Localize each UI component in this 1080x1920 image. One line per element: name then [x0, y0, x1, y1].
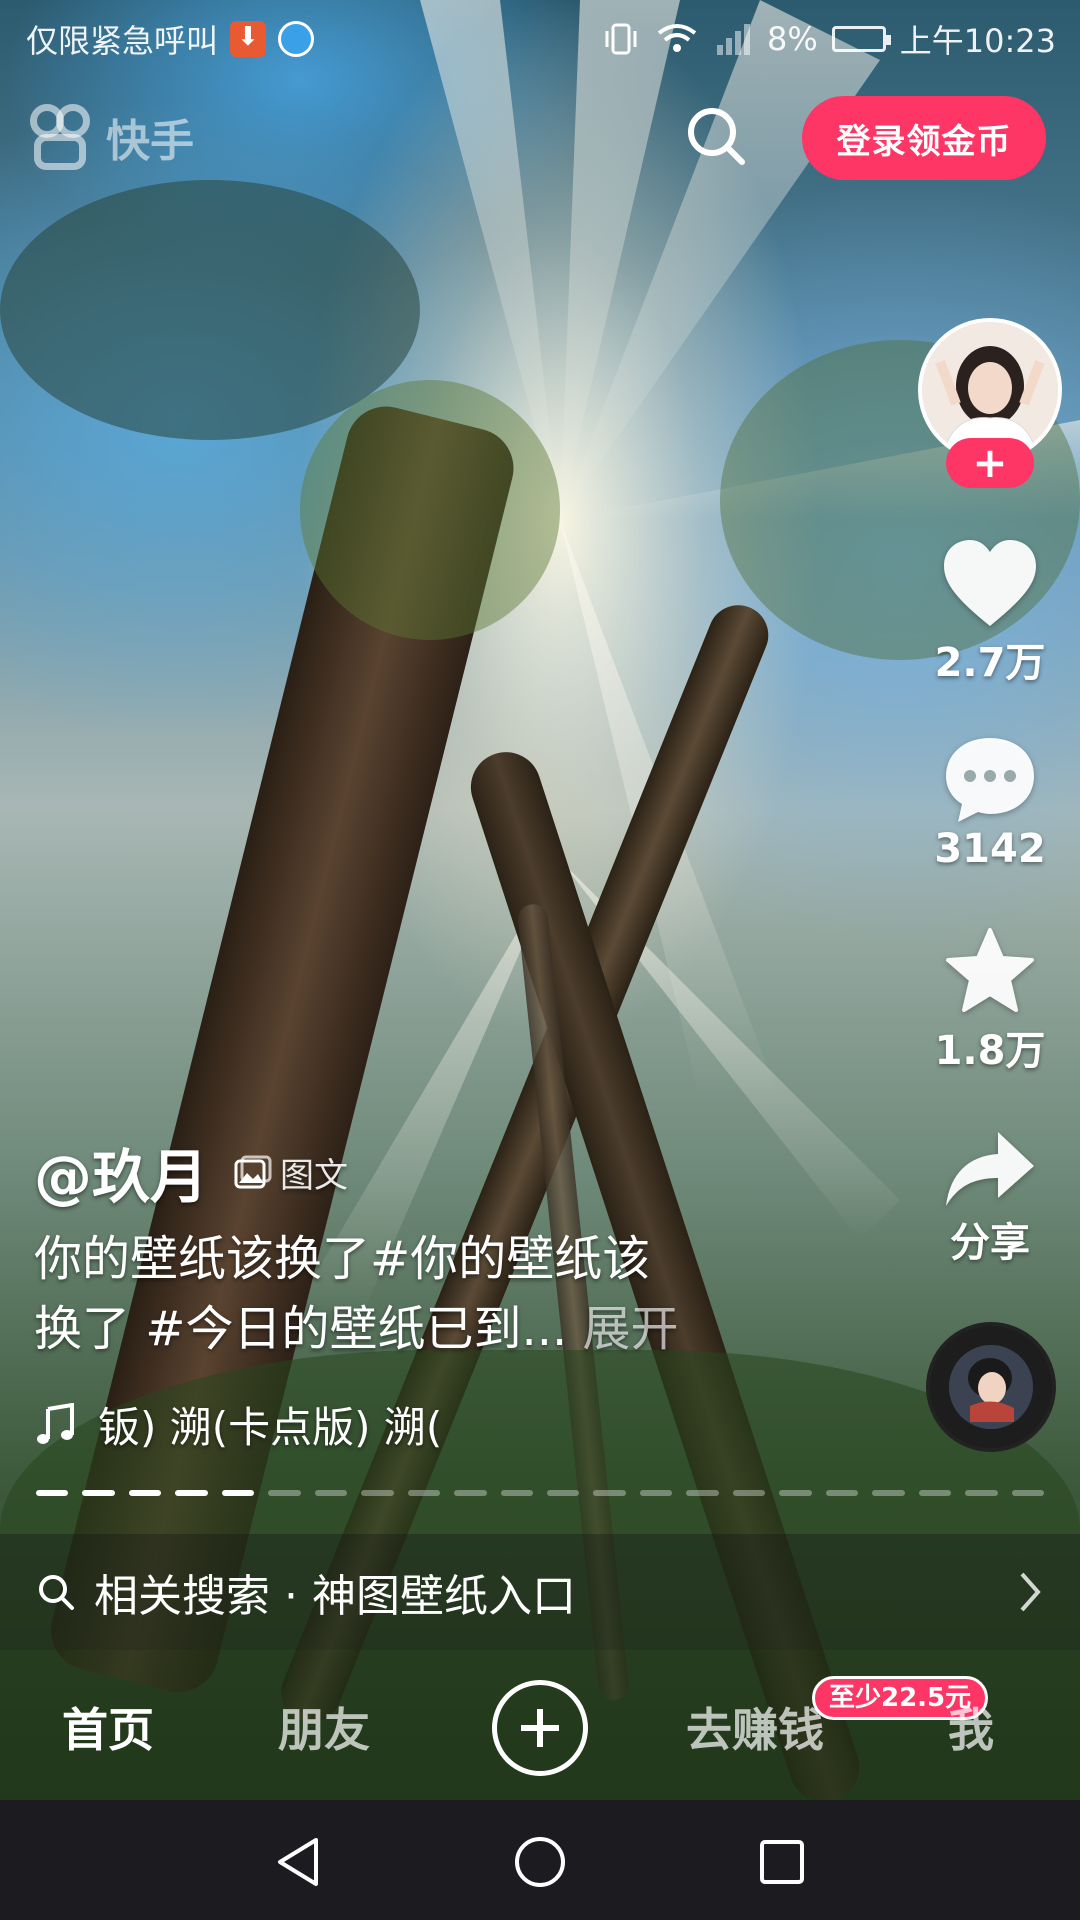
image-icon	[234, 1155, 272, 1189]
music-note-icon	[37, 1402, 74, 1444]
comment-count: 3142	[934, 826, 1046, 872]
post-caption[interactable]: 你的壁纸该换了#你的壁纸该 换了 #今日的壁纸已到... 展开	[34, 1224, 794, 1364]
music-cover	[949, 1345, 1033, 1429]
post-type-label: 图文	[280, 1155, 349, 1196]
related-search-text: 相关搜索 · 神图壁纸入口	[94, 1571, 576, 1622]
login-button[interactable]: 登录领金币	[802, 96, 1046, 180]
post-type-tag: 图文	[234, 1148, 348, 1197]
share-label: 分享	[950, 1220, 1030, 1266]
slide-progress	[36, 1490, 1044, 1496]
battery-icon	[831, 26, 891, 52]
progress-segment	[825, 1490, 859, 1496]
recents-icon[interactable]	[754, 1834, 810, 1890]
progress-segment	[314, 1490, 348, 1496]
comment-icon	[946, 738, 1034, 822]
post-author[interactable]: @玖月 图文	[34, 1130, 348, 1214]
progress-segment	[732, 1490, 766, 1496]
clock: 上午10:23	[899, 22, 1056, 60]
back-icon[interactable]	[270, 1834, 326, 1890]
progress-segment	[82, 1490, 115, 1496]
music-title: 钣) 溯(卡点版) 溯(	[98, 1403, 443, 1452]
caption-line-2: 换了 #今日的壁纸已到...	[34, 1301, 583, 1357]
chevron-right-icon	[1020, 1572, 1041, 1612]
tab-home[interactable]: 首页	[62, 1694, 154, 1760]
caption-line-1: 你的壁纸该换了#你的壁纸该	[34, 1231, 651, 1287]
create-post-button[interactable]	[492, 1680, 588, 1776]
progress-segment	[965, 1490, 998, 1496]
progress-segment	[361, 1490, 394, 1496]
progress-segment	[407, 1490, 441, 1496]
kuaishou-logo: 快手	[30, 104, 194, 170]
wifi-icon	[657, 24, 697, 52]
progress-segment	[175, 1490, 208, 1496]
heart-icon	[944, 540, 1036, 626]
progress-segment	[454, 1490, 487, 1496]
tab-bar: 首页 朋友 去赚钱 至少22.5元 我	[0, 1650, 1080, 1800]
signal-icon	[717, 24, 750, 55]
progress-segment	[500, 1490, 533, 1496]
progress-segment	[36, 1490, 69, 1496]
like-button[interactable]: 2.7万	[910, 538, 1070, 688]
expand-link[interactable]: 展开	[583, 1301, 679, 1357]
progress-segment	[221, 1490, 255, 1496]
battery-percent: 8%	[767, 20, 818, 58]
tab-me[interactable]: 我	[948, 1694, 994, 1760]
music-disc[interactable]	[926, 1322, 1056, 1452]
progress-segment	[268, 1490, 301, 1496]
share-icon	[946, 1132, 1034, 1206]
progress-segment	[918, 1490, 952, 1496]
download-icon	[230, 21, 267, 57]
search-icon	[39, 1575, 74, 1610]
share-button[interactable]: 分享	[910, 1128, 1070, 1268]
progress-segment	[128, 1490, 162, 1496]
follow-button[interactable]: +	[946, 438, 1034, 488]
progress-segment	[872, 1490, 905, 1496]
comment-button[interactable]: 3142	[910, 734, 1070, 872]
tab-earn[interactable]: 去赚钱	[686, 1694, 824, 1760]
home-circle-icon[interactable]	[512, 1834, 568, 1890]
vibrate-icon	[605, 23, 637, 55]
app-icon	[278, 21, 315, 57]
logo-text: 快手	[106, 116, 194, 167]
foliage	[300, 380, 560, 640]
collect-button[interactable]: 1.8万	[910, 926, 1070, 1076]
progress-segment	[546, 1490, 580, 1496]
progress-segment	[686, 1490, 719, 1496]
collect-count: 1.8万	[934, 1028, 1046, 1074]
progress-segment	[593, 1490, 626, 1496]
system-nav-bar	[0, 1800, 1080, 1920]
tab-friends[interactable]: 朋友	[278, 1694, 370, 1760]
progress-segment	[639, 1490, 673, 1496]
search-icon[interactable]	[684, 104, 748, 168]
star-icon	[946, 928, 1034, 1012]
like-count: 2.7万	[934, 640, 1046, 686]
author-name[interactable]: @玖月	[34, 1130, 208, 1214]
kuaishou-logo-icon	[30, 104, 92, 170]
progress-segment	[1011, 1490, 1044, 1496]
carrier-text: 仅限紧急呼叫	[26, 22, 219, 60]
progress-segment	[779, 1490, 812, 1496]
related-search-bar[interactable]: 相关搜索 · 神图壁纸入口	[0, 1534, 1080, 1650]
screen: 仅限紧急呼叫 8% 上午10:23	[0, 0, 1080, 1920]
music-ticker[interactable]: 钣) 溯(卡点版) 溯(	[34, 1394, 634, 1455]
status-bar: 仅限紧急呼叫 8% 上午10:23	[0, 0, 1080, 76]
